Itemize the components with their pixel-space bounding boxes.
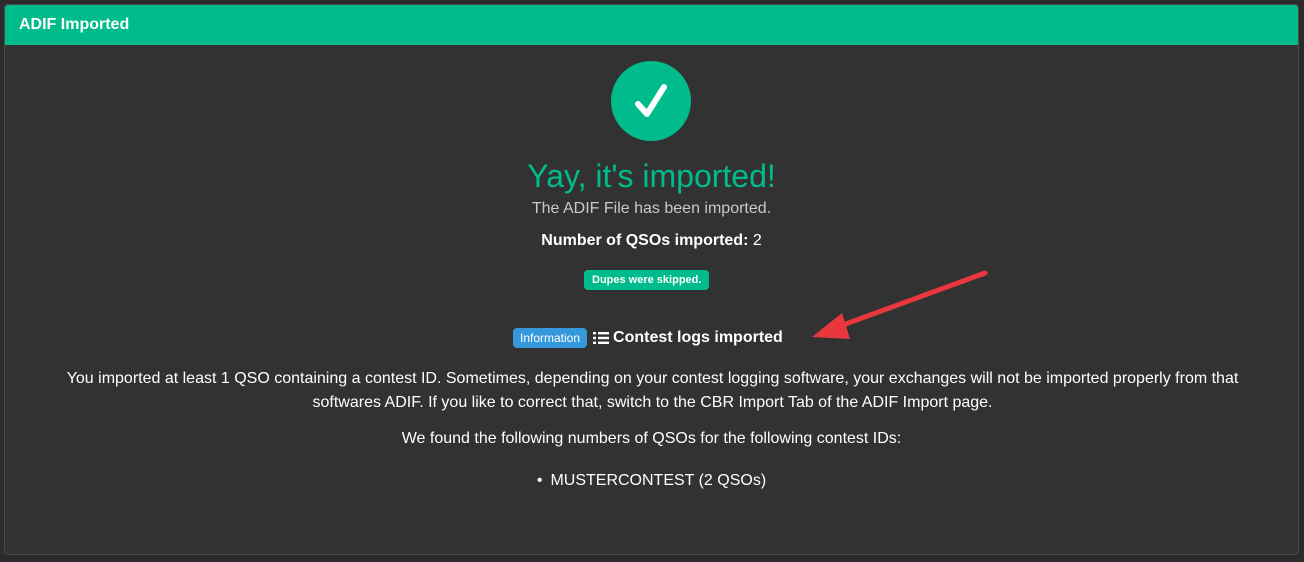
contest-id-list: MUSTERCONTEST (2 QSOs) — [5, 471, 1298, 491]
contest-info-heading: Information Contest logs imported — [513, 327, 783, 349]
checkmark-icon — [611, 61, 691, 141]
contest-logs-title: Contest logs imported — [613, 329, 783, 346]
success-headline: Yay, it's imported! — [527, 158, 776, 194]
qso-count-label: Number of QSOs imported: — [541, 232, 749, 249]
success-subline: The ADIF File has been imported. — [531, 200, 772, 217]
list-icon — [593, 332, 610, 344]
dupes-skipped-badge: Dupes were skipped. — [584, 270, 710, 290]
contest-info-paragraph: You imported at least 1 QSO containing a… — [66, 370, 1239, 411]
list-item: MUSTERCONTEST (2 QSOs) — [5, 471, 1298, 491]
card-header-title: ADIF Imported — [5, 5, 1298, 45]
qso-count-line: Number of QSOs imported: 2 — [5, 231, 1298, 251]
annotation-arrow-icon — [812, 270, 988, 339]
import-result-card: ADIF Imported Yay, it's imported! The AD… — [4, 4, 1299, 555]
qso-count-value: 2 — [748, 232, 762, 249]
information-badge: Information — [513, 328, 588, 348]
contest-found-line: We found the following numbers of QSOs f… — [401, 430, 902, 447]
